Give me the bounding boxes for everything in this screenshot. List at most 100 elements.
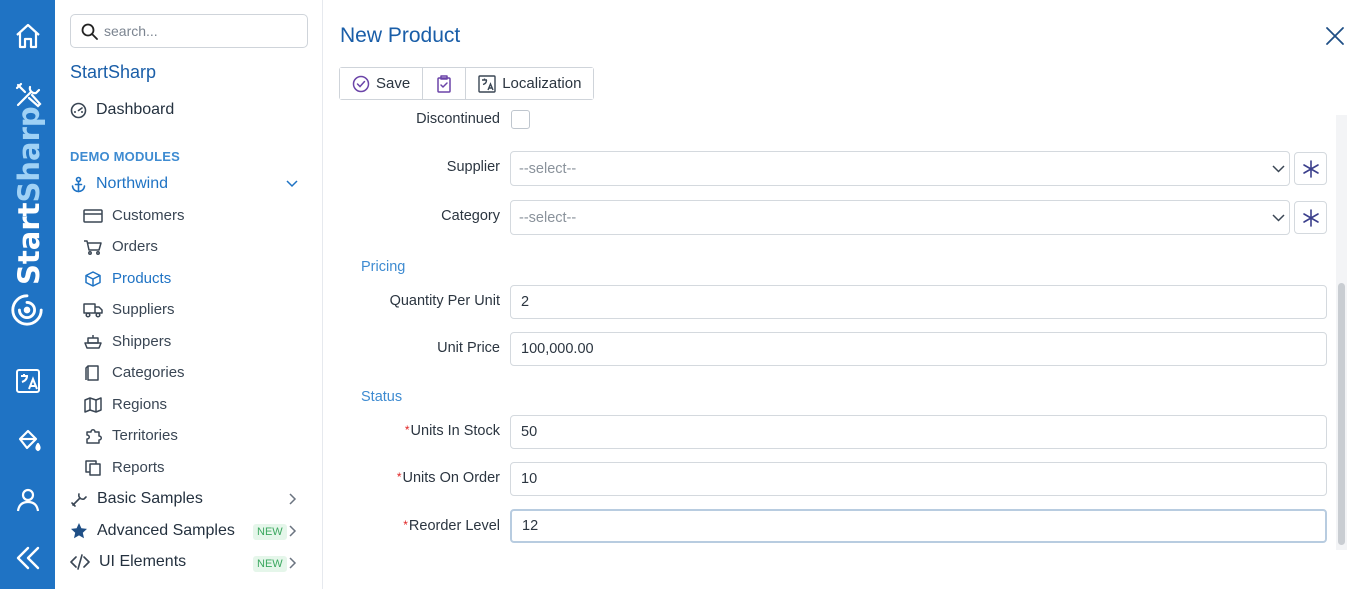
units-on-order-label: *Units On Order xyxy=(323,470,500,486)
box-icon xyxy=(85,270,101,287)
reorder-level-label: *Reorder Level xyxy=(323,518,500,534)
puzzle-icon xyxy=(86,428,102,444)
supplier-select[interactable]: --select-- xyxy=(510,151,1290,186)
apply-changes-button[interactable] xyxy=(423,68,467,99)
unit-price-input[interactable] xyxy=(510,332,1327,366)
sidebar-item-customers[interactable]: Customers xyxy=(83,207,185,224)
chevron-down-icon[interactable] xyxy=(286,180,298,188)
localization-button-label: Localization xyxy=(502,75,582,92)
sidebar-item-shippers[interactable]: Shippers xyxy=(83,333,171,350)
units-in-stock-text: Units In Stock xyxy=(410,423,500,439)
nav-basic-samples-label: Basic Samples xyxy=(97,490,203,507)
nav-northwind[interactable]: Northwind xyxy=(70,175,168,193)
required-mark: * xyxy=(396,470,402,484)
sidebar-item-label: Categories xyxy=(112,364,185,381)
scrollbar-thumb[interactable] xyxy=(1338,283,1345,545)
map-icon xyxy=(84,396,102,413)
required-mark: * xyxy=(404,423,410,437)
sidebar-item-label: Regions xyxy=(112,396,168,413)
check-circle-icon xyxy=(352,75,370,92)
search-icon xyxy=(81,23,98,40)
units-on-order-text: Units On Order xyxy=(402,470,501,486)
sidebar-item-regions[interactable]: Regions xyxy=(83,396,167,413)
icon-rail: StartSharp xyxy=(0,0,55,589)
supplier-edit-button[interactable] xyxy=(1294,152,1327,185)
localization-button[interactable]: Localization xyxy=(466,68,594,99)
supplier-select-value: --select-- xyxy=(519,160,577,177)
sidebar-item-label: Customers xyxy=(112,207,185,224)
translate-icon[interactable] xyxy=(10,363,46,399)
asterisk-icon xyxy=(1302,159,1319,178)
close-icon[interactable] xyxy=(1324,25,1346,47)
form-scrollbar[interactable] xyxy=(1336,115,1347,550)
nav-ui-elements[interactable]: UI Elements xyxy=(70,553,186,571)
sidebar-item-label: Orders xyxy=(112,238,158,255)
sidebar-item-reports[interactable]: Reports xyxy=(83,459,165,476)
sidebar-item-label: Territories xyxy=(112,427,178,444)
discontinued-checkbox[interactable] xyxy=(511,110,530,129)
category-select[interactable]: --select-- xyxy=(510,200,1290,235)
anchor-icon xyxy=(71,176,86,192)
sidebar-item-products[interactable]: Products xyxy=(83,270,171,287)
reorder-level-input[interactable] xyxy=(510,509,1327,543)
asterisk-icon xyxy=(1302,208,1319,227)
nav-northwind-label: Northwind xyxy=(96,175,169,192)
sidebar-item-territories[interactable]: Territories xyxy=(83,427,178,444)
report-icon xyxy=(85,459,101,476)
chevron-down-icon xyxy=(1272,214,1285,222)
truck-icon xyxy=(83,302,103,318)
paint-bucket-icon[interactable] xyxy=(10,423,46,459)
collapse-icon[interactable] xyxy=(10,540,46,576)
sidebar-item-label: Suppliers xyxy=(112,301,175,318)
code-icon xyxy=(70,554,90,570)
quantity-per-unit-input[interactable] xyxy=(510,285,1327,319)
sidebar: StartSharp Dashboard DEMO MODULES Northw… xyxy=(55,0,323,589)
sidebar-item-suppliers[interactable]: Suppliers xyxy=(83,301,175,318)
startsharp-swirl-icon xyxy=(9,292,45,328)
new-badge: NEW xyxy=(253,556,287,572)
save-button[interactable]: Save xyxy=(340,68,424,99)
search-input[interactable] xyxy=(104,23,294,39)
nav-basic-samples[interactable]: Basic Samples xyxy=(70,490,203,508)
star-icon xyxy=(71,523,87,539)
page-title: New Product xyxy=(340,24,461,47)
toolbar: Save Localization xyxy=(339,67,595,100)
chevron-right-icon[interactable] xyxy=(289,525,297,537)
home-icon[interactable] xyxy=(10,18,46,54)
chevron-down-icon xyxy=(1272,165,1285,173)
sidebar-item-categories[interactable]: Categories xyxy=(83,364,185,381)
quantity-per-unit-label: Quantity Per Unit xyxy=(389,293,500,309)
brand-wordmark: StartSharp xyxy=(12,106,46,285)
card-icon xyxy=(83,208,103,223)
sidebar-item-orders[interactable]: Orders xyxy=(83,238,158,255)
nav-dashboard[interactable]: Dashboard xyxy=(70,101,174,119)
category-select-value: --select-- xyxy=(519,209,577,226)
clipboard-check-icon xyxy=(437,74,451,93)
category-label: Category xyxy=(441,208,500,224)
user-icon[interactable] xyxy=(10,482,46,518)
supplier-label: Supplier xyxy=(446,159,500,175)
nav-advanced-samples[interactable]: Advanced Samples xyxy=(70,522,235,540)
discontinued-label: Discontinued xyxy=(416,111,500,127)
product-dialog: New Product Save Localization Discontinu… xyxy=(323,0,1366,589)
save-button-label: Save xyxy=(376,75,411,92)
chevron-right-icon[interactable] xyxy=(289,493,297,505)
category-edit-button[interactable] xyxy=(1294,201,1327,234)
sidebar-item-label: Reports xyxy=(112,459,165,476)
section-demo-modules: DEMO MODULES xyxy=(70,149,181,164)
units-on-order-input[interactable] xyxy=(510,462,1327,496)
wrench-icon xyxy=(71,493,87,507)
translate-icon xyxy=(478,74,496,93)
nav-dashboard-label: Dashboard xyxy=(96,101,175,118)
chevron-right-icon[interactable] xyxy=(289,557,297,569)
ship-icon xyxy=(84,334,102,349)
required-mark: * xyxy=(403,518,408,532)
units-in-stock-input[interactable] xyxy=(510,415,1327,449)
reorder-level-text: Reorder Level xyxy=(408,518,500,534)
folder-icon xyxy=(85,364,99,381)
cart-icon xyxy=(84,239,102,255)
app-title[interactable]: StartSharp xyxy=(70,62,156,83)
units-in-stock-label: *Units In Stock xyxy=(323,423,500,439)
gauge-icon xyxy=(70,102,87,118)
search-box[interactable] xyxy=(70,14,308,48)
